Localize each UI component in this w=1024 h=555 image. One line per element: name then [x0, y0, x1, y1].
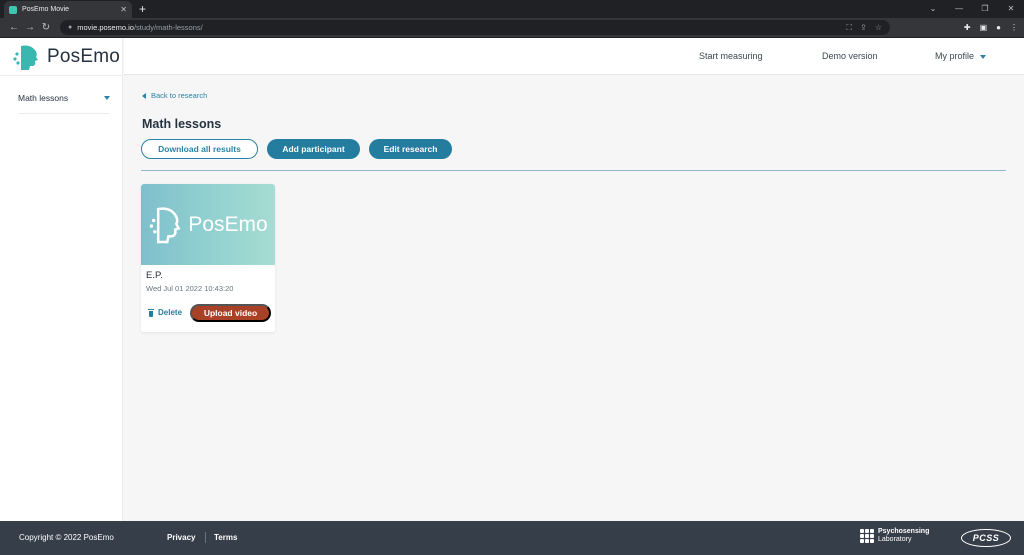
- window-controls: ⌄ — ❐ ✕: [920, 0, 1024, 18]
- new-tab-button[interactable]: +: [139, 2, 146, 16]
- lab-name-line1: Psychosensing: [878, 528, 930, 535]
- privacy-link[interactable]: Privacy: [167, 533, 195, 542]
- nav-start-measuring[interactable]: Start measuring: [699, 51, 763, 61]
- page-title: Math lessons: [142, 117, 222, 131]
- caret-left-icon: [142, 92, 146, 99]
- back-to-research-link[interactable]: Back to research: [142, 91, 207, 100]
- bookmark-star-icon[interactable]: ☆: [875, 23, 882, 33]
- pcss-logo[interactable]: PCSS: [961, 529, 1011, 547]
- reload-icon[interactable]: ↻: [38, 22, 54, 33]
- participant-card: PosEmo E.P. Wed Jul 01 2022 10:43:20 Del…: [141, 184, 275, 332]
- menu-kebab-icon[interactable]: ⋮: [1010, 23, 1018, 32]
- footer-separator: [205, 532, 206, 543]
- brand-logo[interactable]: PosEmo: [12, 42, 120, 72]
- lab-dots-icon: [860, 529, 874, 543]
- back-arrow-icon[interactable]: ←: [6, 22, 22, 33]
- close-window-icon[interactable]: ✕: [998, 0, 1024, 18]
- my-profile-label: My profile: [935, 51, 975, 61]
- lock-icon[interactable]: ●: [68, 24, 72, 31]
- copyright-text: Copyright © 2022 PosEmo: [19, 533, 114, 542]
- sidebar: PosEmo Math lessons: [0, 38, 123, 521]
- delete-participant-button[interactable]: Delete: [148, 308, 182, 317]
- sidebar-divider: [0, 75, 123, 76]
- download-all-results-button[interactable]: Download all results: [141, 139, 258, 159]
- psychosensing-lab-logo[interactable]: Psychosensing Laboratory: [860, 528, 929, 544]
- chevron-down-icon: [980, 54, 987, 59]
- sidebar-item-label: Math lessons: [18, 93, 69, 103]
- trash-icon: [148, 308, 154, 317]
- main-content: Back to research Math lessons Download a…: [124, 76, 1024, 521]
- forward-arrow-icon[interactable]: →: [22, 22, 38, 33]
- translate-icon[interactable]: ⛶: [847, 23, 853, 33]
- sidebar-item-math-lessons[interactable]: Math lessons: [18, 93, 110, 114]
- share-icon[interactable]: ⇪: [860, 23, 867, 33]
- add-participant-button[interactable]: Add participant: [267, 139, 360, 159]
- browser-tab-strip: PosEmo Movie ✕ + ⌄ — ❐ ✕: [0, 0, 1024, 18]
- delete-label: Delete: [158, 308, 183, 317]
- restore-icon[interactable]: ❐: [972, 0, 998, 18]
- favicon-icon: [9, 5, 17, 14]
- thumbnail-brand-text: PosEmo: [188, 212, 268, 236]
- divider: [141, 170, 1006, 171]
- chevron-down-icon: [104, 96, 110, 100]
- browser-tab[interactable]: PosEmo Movie ✕: [4, 1, 132, 18]
- terms-link[interactable]: Terms: [214, 533, 237, 542]
- pcss-logo-text: PCSS: [972, 533, 1000, 543]
- back-link-label: Back to research: [151, 91, 208, 100]
- upload-video-button[interactable]: Upload video: [190, 304, 271, 322]
- nav-demo-version[interactable]: Demo version: [822, 51, 878, 61]
- posemo-head-icon: [150, 206, 181, 243]
- app: PosEmo Math lessons Start measuring Demo…: [0, 38, 1024, 521]
- footer: Copyright © 2022 PosEmo Privacy Terms Ps…: [0, 521, 1024, 555]
- participant-thumbnail: PosEmo: [141, 184, 275, 265]
- tab-title: PosEmo Movie: [22, 6, 70, 13]
- posemo-logo-icon: [13, 45, 38, 70]
- side-panel-icon[interactable]: ▣: [980, 23, 988, 32]
- participant-date: Wed Jul 01 2022 10:43:20: [146, 284, 234, 293]
- url-path: /study/math-lessons/: [133, 23, 203, 32]
- lab-name-line2: Laboratory: [878, 536, 912, 543]
- brand-name: PosEmo: [47, 46, 121, 67]
- url-input[interactable]: ● movie.posemo.io/study/math-lessons/ ⛶ …: [60, 20, 890, 35]
- participant-name: E.P.: [146, 270, 163, 281]
- top-navigation: Start measuring Demo version My profile: [124, 38, 1024, 75]
- tab-search-icon[interactable]: ⌄: [920, 0, 946, 18]
- minimize-icon[interactable]: —: [946, 0, 972, 18]
- nav-my-profile[interactable]: My profile: [935, 51, 987, 61]
- profile-icon[interactable]: ●: [996, 23, 1001, 32]
- tab-close-icon[interactable]: ✕: [120, 5, 127, 14]
- extensions-icon[interactable]: ✚: [964, 23, 971, 32]
- url-host: movie.posemo.io: [77, 23, 134, 32]
- address-bar: ← → ↻ ● movie.posemo.io/study/math-lesso…: [0, 18, 1024, 38]
- edit-research-button[interactable]: Edit research: [369, 139, 452, 159]
